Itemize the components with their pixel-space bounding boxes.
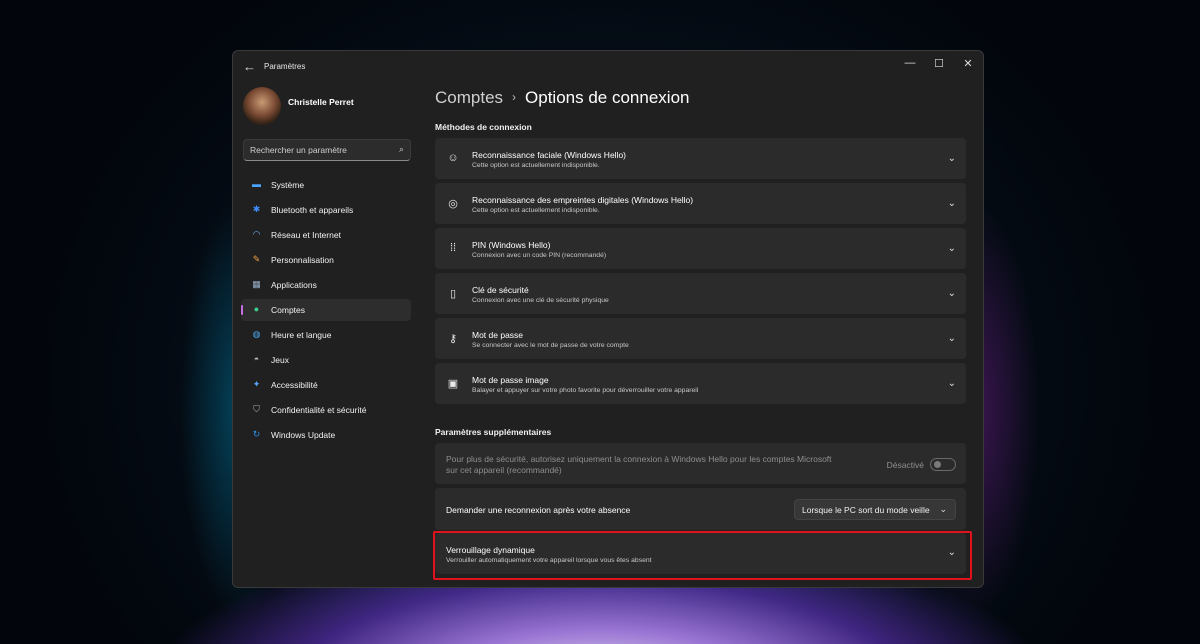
wifi-icon: ◠ [252, 229, 261, 239]
reconnect-label: Demander une reconnexion après votre abs… [446, 505, 631, 515]
reconnect-setting: Demander une reconnexion après votre abs… [435, 488, 966, 530]
avatar[interactable] [243, 87, 281, 125]
signin-method-card[interactable]: ☺ Reconnaissance faciale (Windows Hello) C… [435, 138, 966, 179]
app-title: Paramètres [264, 62, 306, 71]
fingerprint-icon: ◎ [448, 198, 458, 210]
method-title: Reconnaissance des empreintes digitales … [472, 195, 694, 205]
method-title: PIN (Windows Hello) [472, 240, 551, 250]
sidebar-item-label: Confidentialité et sécurité [271, 405, 367, 415]
sidebar-item[interactable]: ▦ Applications [241, 274, 411, 296]
sidebar-item[interactable]: ✎ Personnalisation [241, 249, 411, 271]
sidebar-item[interactable]: ✦ Accessibilité [241, 374, 411, 396]
signin-method-card[interactable]: ▣ Mot de passe image Balayer et appuyer su… [435, 363, 966, 404]
sidebar-item-label: Bluetooth et appareils [271, 205, 354, 215]
image-icon: ▣ [447, 378, 459, 390]
sidebar-item[interactable]: ◍ Heure et langue [241, 324, 411, 346]
sidebar-item-label: Réseau et Internet [271, 230, 341, 240]
signin-method-card[interactable]: ◎ Reconnaissance des empreintes digitales… [435, 183, 966, 224]
sidebar-item-label: Personnalisation [271, 255, 334, 265]
system-icon: ▬ [252, 179, 261, 189]
breadcrumb-parent[interactable]: Comptes [435, 88, 503, 107]
sidebar-item[interactable]: ▬ Système [241, 174, 411, 196]
sidebar-item[interactable]: ◠ Réseau et Internet [241, 224, 411, 246]
section-title-additional: Paramètres supplémentaires [435, 427, 552, 437]
method-desc: Cette option est actuellement indisponib… [472, 162, 600, 169]
method-desc: Connexion avec une clé de sécurité physi… [472, 297, 609, 304]
bluetooth-icon: ✱ [252, 204, 261, 214]
chevron-down-icon[interactable]: ⌄ [948, 198, 956, 209]
breadcrumb: Comptes › Options de connexion [435, 88, 689, 108]
method-desc: Balayer et appuyer sur votre photo favor… [472, 387, 699, 394]
pin-icon: ⁞⁞ [449, 242, 457, 254]
chevron-down-icon[interactable]: ⌄ [948, 153, 956, 164]
reconnect-dropdown[interactable]: Lorsque le PC sort du mode veille ⌄ [794, 499, 956, 520]
chevron-down-icon[interactable]: ⌄ [948, 378, 956, 389]
key-usb-icon: ▯ [449, 288, 457, 300]
sidebar-item[interactable]: ⛉ Confidentialité et sécurité [241, 399, 411, 421]
minimize-button[interactable]: — [900, 57, 920, 69]
hello-only-setting: Pour plus de sécurité, autorisez uniquem… [435, 443, 966, 484]
toggle-knob [934, 461, 941, 468]
sidebar-item-label: Accessibilité [271, 380, 318, 390]
method-desc: Cette option est actuellement indisponib… [472, 207, 600, 214]
globe-icon: ◍ [252, 329, 261, 339]
method-desc: Se connecter avec le mot de passe de vot… [472, 342, 629, 349]
signin-method-card[interactable]: ▯ Clé de sécurité Connexion avec une clé d… [435, 273, 966, 314]
profile-name: Christelle Perret [288, 97, 354, 107]
sidebar-item-label: Applications [271, 280, 317, 290]
brush-icon: ✎ [252, 254, 261, 264]
face-icon: ☺ [447, 152, 459, 164]
sidebar-item-label: Windows Update [271, 430, 336, 440]
method-title: Clé de sécurité [472, 285, 529, 295]
update-icon: ↻ [252, 429, 261, 439]
sidebar-item[interactable]: ↻ Windows Update [241, 424, 411, 446]
page-title: Options de connexion [525, 88, 690, 107]
method-title: Reconnaissance faciale (Windows Hello) [472, 150, 627, 160]
key-icon: ⚷ [448, 333, 458, 345]
sidebar-item-label: Système [271, 180, 305, 190]
sidebar-item-label: Jeux [271, 355, 289, 365]
sidebar-item[interactable]: ● Comptes [241, 299, 411, 321]
signin-method-card[interactable]: ⁞⁞ PIN (Windows Hello) Connexion avec un c… [435, 228, 966, 269]
sidebar-item-label: Heure et langue [271, 330, 332, 340]
title-bar: ← Paramètres — ☐ ✕ [233, 51, 983, 81]
method-title: Mot de passe [472, 330, 524, 340]
maximize-button[interactable]: ☐ [929, 57, 949, 70]
chevron-down-icon[interactable]: ⌄ [948, 288, 956, 299]
hello-only-toggle[interactable] [930, 458, 956, 471]
chevron-down-icon: ⌄ [939, 504, 947, 514]
settings-window: ← Paramètres — ☐ ✕ Christelle Perret Rec… [232, 50, 984, 588]
hello-only-text-line2: sur cet appareil (recommandé) [446, 465, 562, 475]
breadcrumb-separator-icon: › [512, 90, 517, 104]
search-input[interactable]: Rechercher un paramètre ⌕ [243, 139, 411, 161]
accessibility-icon: ✦ [252, 379, 261, 389]
sidebar-item[interactable]: ◓ Jeux [241, 349, 411, 371]
active-indicator [241, 305, 243, 315]
shield-icon: ⛉ [253, 404, 260, 414]
accounts-icon: ● [253, 304, 260, 314]
apps-icon: ▦ [252, 279, 261, 289]
chevron-down-icon[interactable]: ⌄ [948, 243, 956, 254]
back-arrow-icon[interactable]: ← [243, 59, 256, 74]
section-title-methods: Méthodes de connexion [435, 122, 532, 132]
sidebar-item-label: Comptes [271, 305, 306, 315]
gamepad-icon: ◓ [253, 354, 260, 364]
method-desc: Connexion avec un code PIN (recommandé) [472, 252, 607, 259]
close-button[interactable]: ✕ [958, 57, 978, 70]
signin-method-card[interactable]: ⚷ Mot de passe Se connecter avec le mot de… [435, 318, 966, 359]
method-title: Mot de passe image [472, 375, 549, 385]
highlight-box [433, 531, 972, 580]
search-placeholder: Rechercher un paramètre [250, 145, 347, 155]
dropdown-value: Lorsque le PC sort du mode veille [802, 505, 930, 515]
search-icon: ⌕ [398, 144, 404, 154]
toggle-state-label: Désactivé [886, 460, 924, 470]
chevron-down-icon[interactable]: ⌄ [948, 333, 956, 344]
hello-only-text-line1: Pour plus de sécurité, autorisez uniquem… [446, 454, 832, 464]
sidebar-item[interactable]: ✱ Bluetooth et appareils [241, 199, 411, 221]
